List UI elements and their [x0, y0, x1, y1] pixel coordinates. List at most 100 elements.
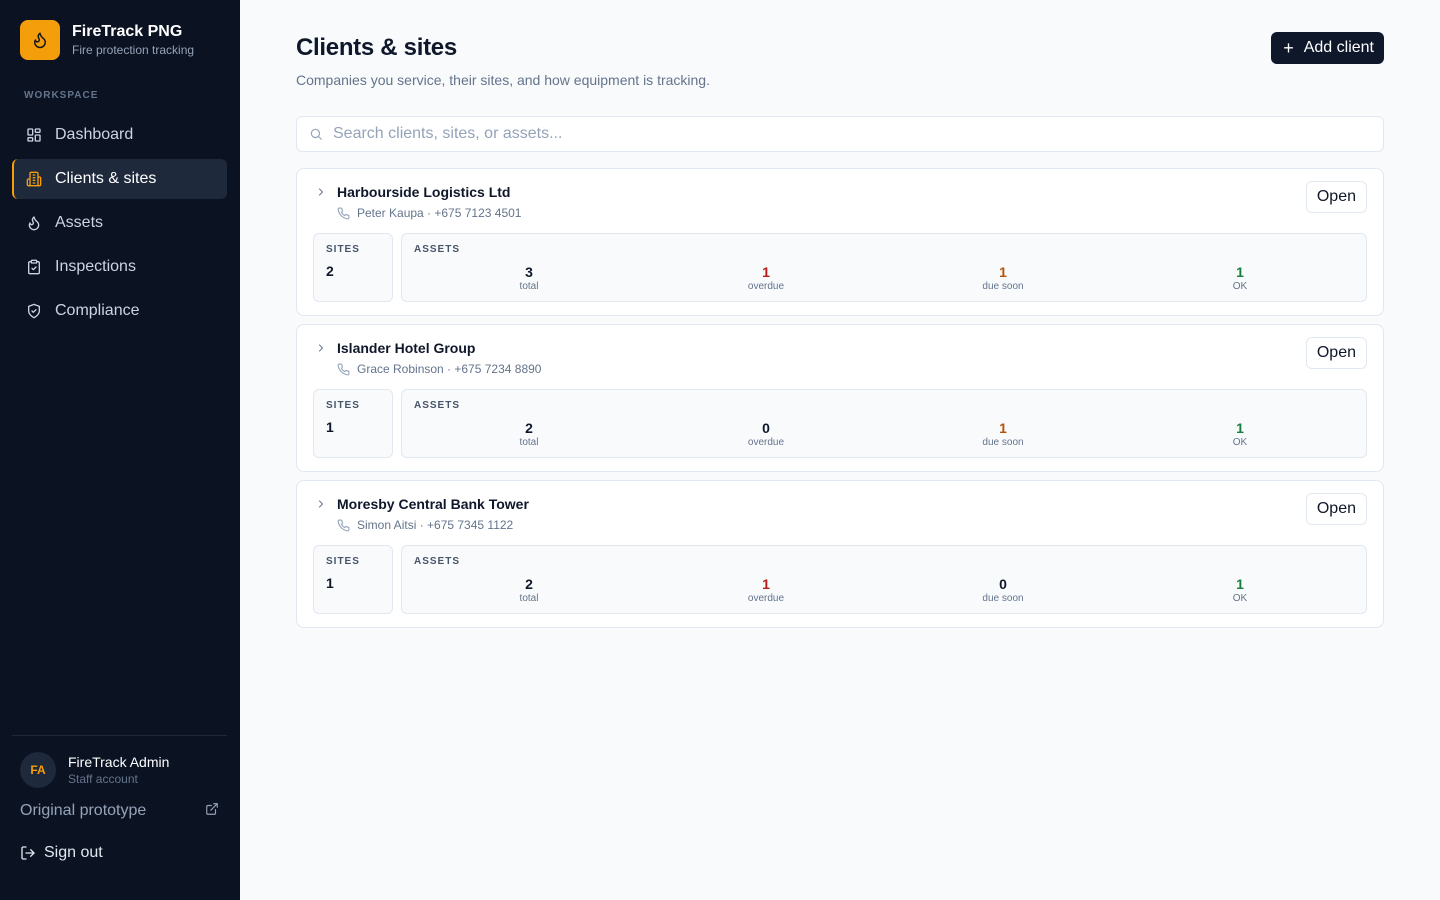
- clipboard-icon: [26, 259, 42, 275]
- brand-subtitle: Fire protection tracking: [72, 43, 195, 57]
- brand[interactable]: FireTrack PNG Fire protection tracking: [20, 20, 194, 60]
- sites-count: 2: [326, 263, 334, 279]
- client-name: Islander Hotel Group: [337, 340, 476, 356]
- sidebar-item-inspections[interactable]: Inspections: [12, 247, 227, 287]
- assets-ok: 1: [1236, 576, 1244, 592]
- sidebar-item-assets[interactable]: Assets: [12, 203, 227, 243]
- chevron-right-icon[interactable]: [313, 496, 329, 512]
- add-client-button[interactable]: + Add client: [1271, 32, 1384, 64]
- external-link-icon: [205, 802, 219, 821]
- sites-stat: SITES 1: [313, 389, 393, 458]
- client-card: Islander Hotel Group Grace Robinson · +6…: [296, 324, 1384, 472]
- building-icon: [26, 171, 42, 187]
- chevron-right-icon[interactable]: [313, 184, 329, 200]
- original-prototype-link[interactable]: Original prototype: [12, 796, 227, 826]
- overdue-label: overdue: [747, 437, 785, 448]
- open-client-button[interactable]: Open: [1305, 337, 1367, 369]
- flame-icon: [26, 215, 42, 231]
- assets-label: ASSETS: [414, 244, 461, 255]
- assets-ok: 1: [1236, 420, 1244, 436]
- contact-text: Grace Robinson · +675 7234 8890: [357, 362, 542, 376]
- plus-icon: +: [1283, 38, 1294, 58]
- sites-count: 1: [326, 419, 334, 435]
- assets-label: ASSETS: [414, 556, 461, 567]
- sidebar-item-clients-sites[interactable]: Clients & sites: [12, 159, 227, 199]
- avatar: FA: [20, 752, 56, 788]
- sites-label: SITES: [326, 400, 360, 411]
- assets-total: 2: [525, 576, 533, 592]
- open-client-button[interactable]: Open: [1305, 181, 1367, 213]
- prototype-link-label: Original prototype: [20, 802, 147, 819]
- contact-text: Peter Kaupa · +675 7123 4501: [357, 206, 522, 220]
- phone-icon: [337, 207, 350, 220]
- assets-ok: 1: [1236, 264, 1244, 280]
- open-client-button[interactable]: Open: [1305, 493, 1367, 525]
- ok-label: OK: [1232, 281, 1248, 292]
- user-profile[interactable]: FA FireTrack Admin Staff account: [12, 736, 227, 788]
- assets-due-soon: 0: [999, 576, 1007, 592]
- ok-label: OK: [1232, 437, 1248, 448]
- user-name: FireTrack Admin: [68, 754, 170, 770]
- assets-overdue: 0: [762, 420, 770, 436]
- overdue-label: overdue: [747, 593, 785, 604]
- contact-text: Simon Aitsi · +675 7345 1122: [357, 518, 514, 532]
- flame-logo-icon: [20, 20, 60, 60]
- workspace-label: WORKSPACE: [24, 90, 99, 101]
- sidebar-item-label: Assets: [55, 214, 104, 231]
- sites-count: 1: [326, 575, 334, 591]
- assets-overdue: 1: [762, 264, 770, 280]
- log-out-icon: [20, 845, 36, 861]
- shield-icon: [26, 303, 42, 319]
- sign-out-label: Sign out: [44, 844, 103, 861]
- page-header: Clients & sites Companies you service, t…: [296, 0, 1384, 116]
- assets-total: 2: [525, 420, 533, 436]
- ok-label: OK: [1232, 593, 1248, 604]
- search-input[interactable]: [333, 125, 1333, 143]
- assets-stat: ASSETS 2 total 0 overdue 1 due soon 1 OK: [401, 389, 1367, 458]
- phone-icon: [337, 519, 350, 532]
- sites-label: SITES: [326, 244, 360, 255]
- search-bar: [296, 116, 1384, 152]
- add-client-label: Add client: [1303, 39, 1374, 56]
- sidebar-item-dashboard[interactable]: Dashboard: [12, 115, 227, 155]
- client-contact: Grace Robinson · +675 7234 8890: [337, 362, 541, 376]
- due-soon-label: due soon: [982, 281, 1024, 292]
- client-name: Harbourside Logistics Ltd: [337, 184, 511, 200]
- sites-stat: SITES 1: [313, 545, 393, 614]
- total-label: total: [519, 437, 539, 448]
- client-name: Moresby Central Bank Tower: [337, 496, 529, 512]
- due-soon-label: due soon: [982, 593, 1024, 604]
- dashboard-icon: [26, 127, 42, 143]
- sites-label: SITES: [326, 556, 360, 567]
- search-icon: [309, 127, 323, 141]
- brand-title: FireTrack PNG: [72, 23, 183, 40]
- sidebar-item-label: Clients & sites: [55, 170, 157, 187]
- due-soon-label: due soon: [982, 437, 1024, 448]
- client-contact: Peter Kaupa · +675 7123 4501: [337, 206, 521, 220]
- user-role: Staff account: [68, 772, 138, 786]
- phone-icon: [337, 363, 350, 376]
- assets-due-soon: 1: [999, 420, 1007, 436]
- sites-stat: SITES 2: [313, 233, 393, 302]
- sign-out-button[interactable]: Sign out: [12, 838, 227, 868]
- assets-label: ASSETS: [414, 400, 461, 411]
- assets-overdue: 1: [762, 576, 770, 592]
- overdue-label: overdue: [747, 281, 785, 292]
- chevron-right-icon[interactable]: [313, 340, 329, 356]
- page-title: Clients & sites: [296, 34, 457, 61]
- client-list: Harbourside Logistics Ltd Peter Kaupa · …: [296, 168, 1384, 636]
- sidebar-item-label: Dashboard: [55, 126, 134, 143]
- total-label: total: [519, 593, 539, 604]
- sidebar: FireTrack PNG Fire protection tracking W…: [0, 0, 240, 900]
- page-subtitle: Companies you service, their sites, and …: [296, 72, 710, 88]
- sidebar-nav: Dashboard Clients & sites Assets Inspect…: [12, 115, 227, 335]
- total-label: total: [519, 281, 539, 292]
- assets-due-soon: 1: [999, 264, 1007, 280]
- main-content: Clients & sites Companies you service, t…: [296, 0, 1384, 628]
- assets-total: 3: [525, 264, 533, 280]
- assets-stat: ASSETS 3 total 1 overdue 1 due soon 1 OK: [401, 233, 1367, 302]
- sidebar-item-label: Compliance: [55, 302, 140, 319]
- client-contact: Simon Aitsi · +675 7345 1122: [337, 518, 529, 532]
- sidebar-item-compliance[interactable]: Compliance: [12, 291, 227, 331]
- assets-stat: ASSETS 2 total 1 overdue 0 due soon 1 OK: [401, 545, 1367, 614]
